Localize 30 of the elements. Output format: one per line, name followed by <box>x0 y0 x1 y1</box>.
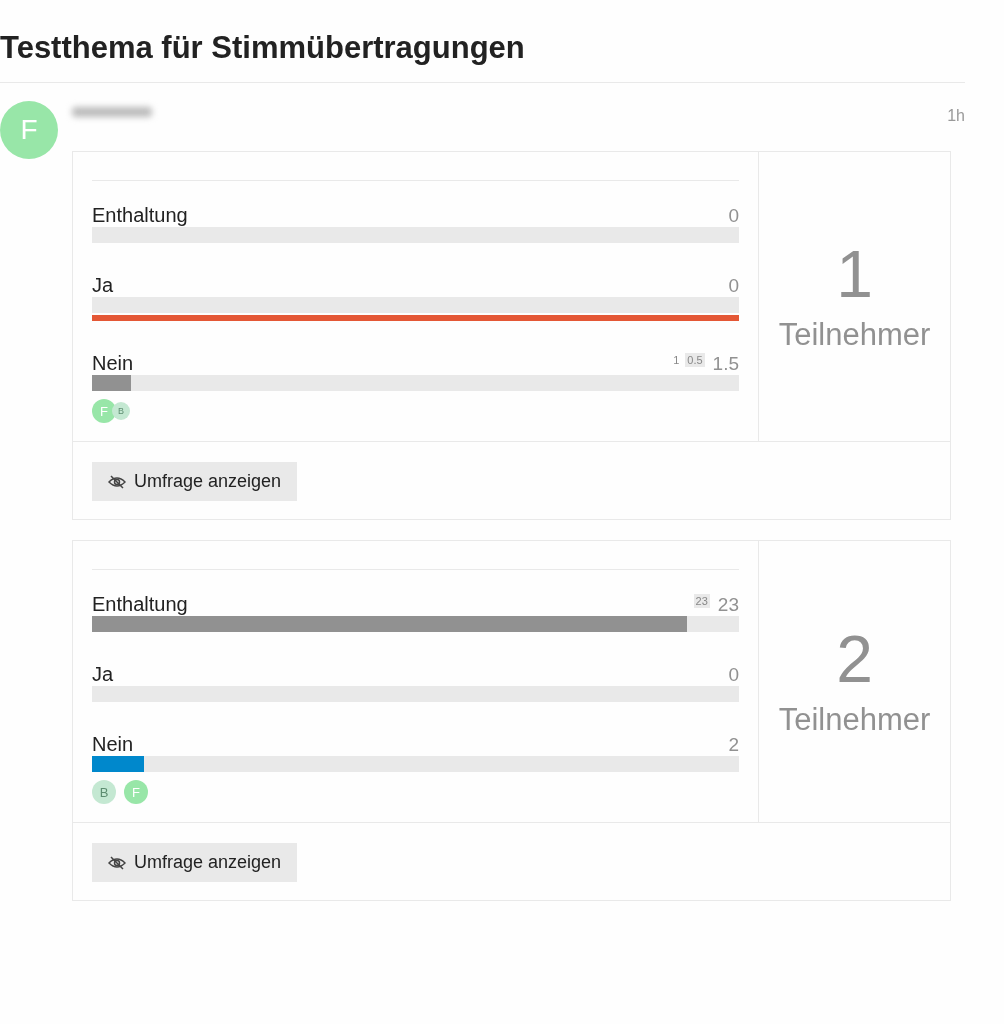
vote-count: 0 <box>728 275 739 297</box>
option-label: Enthaltung <box>92 204 188 227</box>
voter-avatar[interactable]: F <box>92 399 116 423</box>
topic-title: Testthema für Stimmübertragungen <box>0 29 526 67</box>
voter-avatar[interactable]: B <box>92 780 116 804</box>
participant-count: 2 <box>836 625 873 692</box>
user-avatar[interactable]: F <box>0 101 58 159</box>
vote-count: 2 <box>728 734 739 756</box>
hidden-eye-icon <box>108 855 126 870</box>
vote-count: 1.5 <box>712 353 739 375</box>
participant-label: Teilnehmer <box>778 316 931 353</box>
show-poll-button[interactable]: Umfrage anzeigen <box>92 843 298 882</box>
option-label: Enthaltung <box>92 593 188 616</box>
vote-note: 1 <box>672 353 681 367</box>
show-poll-button[interactable]: Umfrage anzeigen <box>92 462 298 501</box>
vote-note: 0.5 <box>685 353 705 367</box>
vote-count: 23 <box>717 594 739 616</box>
post-time[interactable]: 1h <box>947 107 965 125</box>
voter-avatar[interactable]: B <box>112 402 130 420</box>
vote-note: 23 <box>693 594 710 608</box>
vote-count: 0 <box>728 664 739 686</box>
option-label: Ja <box>92 663 114 686</box>
vote-count: 0 <box>728 205 739 227</box>
option-label: Nein <box>92 352 134 375</box>
hidden-eye-icon <box>108 474 126 489</box>
participant-label: Teilnehmer <box>778 701 931 738</box>
voter-avatar[interactable]: F <box>124 780 148 804</box>
option-label: Nein <box>92 733 134 756</box>
participant-count: 1 <box>836 240 873 307</box>
option-label: Ja <box>92 274 114 297</box>
